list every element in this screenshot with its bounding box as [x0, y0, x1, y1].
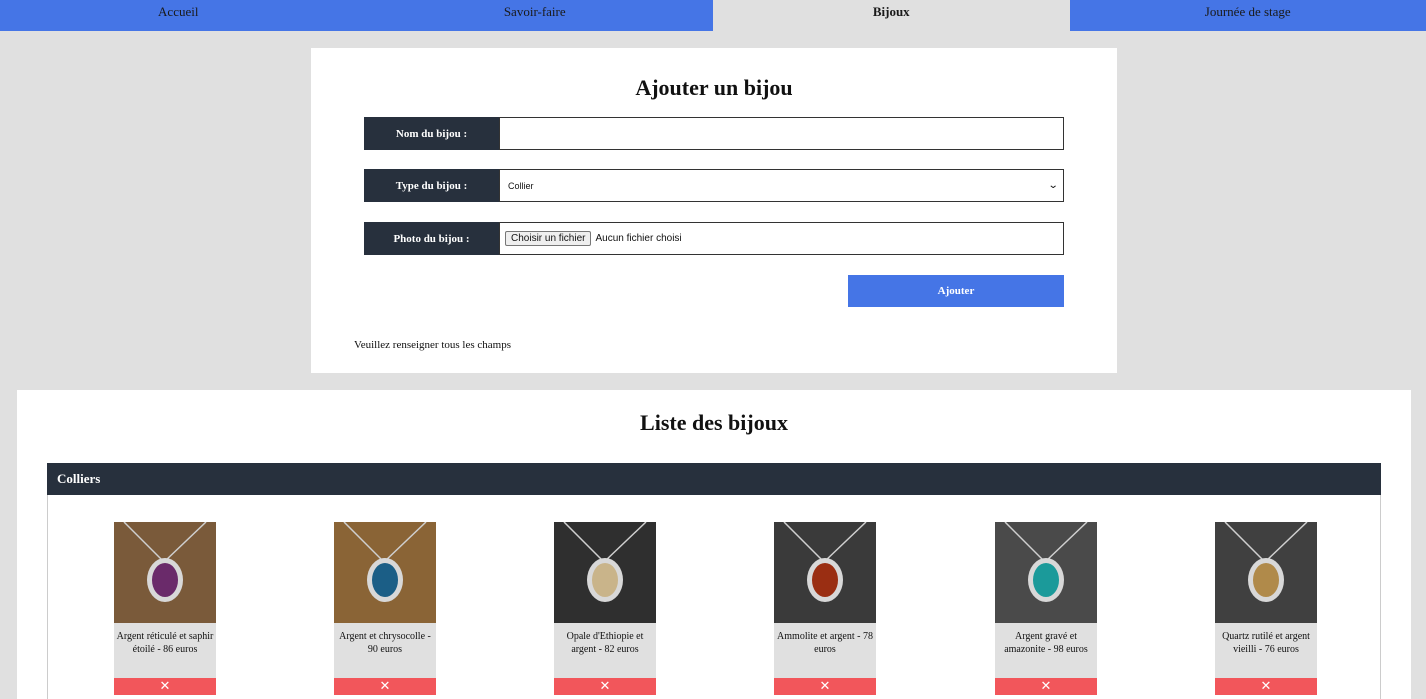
- jewel-list: Liste des bijoux Colliers Argent réticul…: [17, 390, 1411, 699]
- name-label: Nom du bijou :: [364, 117, 499, 150]
- category-items: Argent réticulé et saphir étoilé - 86 eu…: [47, 495, 1381, 699]
- name-input[interactable]: [500, 118, 1063, 149]
- add-button[interactable]: Ajouter: [848, 275, 1064, 307]
- delete-jewel-button[interactable]: ✕: [114, 678, 216, 695]
- name-row: Nom du bijou :: [364, 117, 1064, 150]
- jewel-caption: Ammolite et argent - 78 euros: [774, 623, 876, 678]
- jewel-item: Argent et chrysocolle - 90 euros ✕: [334, 522, 436, 695]
- jewel-caption: Quartz rutilé et argent vieilli - 76 eur…: [1215, 623, 1317, 678]
- photo-label: Photo du bijou :: [364, 222, 499, 255]
- jewel-item: Argent gravé et amazonite - 98 euros ✕: [995, 522, 1097, 695]
- delete-jewel-button[interactable]: ✕: [334, 678, 436, 695]
- nav-accueil[interactable]: Accueil: [0, 0, 357, 31]
- type-field-wrapper: Collier ⌄: [499, 169, 1064, 202]
- jewel-photo: [334, 522, 436, 623]
- name-field-wrapper: [499, 117, 1064, 150]
- photo-field-wrapper: Choisir un fichier Aucun fichier choisi: [499, 222, 1064, 255]
- type-select[interactable]: Collier ⌄: [500, 170, 1063, 201]
- form-hint: Veuillez renseigner tous les champs: [354, 339, 512, 351]
- photo-row: Photo du bijou : Choisir un fichier Aucu…: [364, 222, 1064, 255]
- jewel-caption: Argent gravé et amazonite - 98 euros: [995, 623, 1097, 678]
- jewel-item: Opale d'Ethiopie et argent - 82 euros ✕: [554, 522, 656, 695]
- jewel-item: Ammolite et argent - 78 euros ✕: [774, 522, 876, 695]
- jewel-caption: Argent réticulé et saphir étoilé - 86 eu…: [114, 623, 216, 678]
- jewel-caption: Argent et chrysocolle - 90 euros: [334, 623, 436, 678]
- delete-jewel-button[interactable]: ✕: [995, 678, 1097, 695]
- chevron-down-icon: ⌄: [1047, 180, 1059, 191]
- delete-jewel-button[interactable]: ✕: [1215, 678, 1317, 695]
- jewel-item: Quartz rutilé et argent vieilli - 76 eur…: [1215, 522, 1317, 695]
- jewel-photo: [114, 522, 216, 623]
- jewel-caption: Opale d'Ethiopie et argent - 82 euros: [554, 623, 656, 678]
- jewel-photo: [1215, 522, 1317, 623]
- delete-jewel-button[interactable]: ✕: [554, 678, 656, 695]
- nav-savoir-faire[interactable]: Savoir-faire: [356, 0, 713, 31]
- nav-journee-de-stage[interactable]: Journée de stage: [1069, 0, 1426, 31]
- choose-file-button[interactable]: Choisir un fichier: [505, 231, 592, 246]
- type-label: Type du bijou :: [364, 169, 499, 202]
- add-jewel-form: Ajouter un bijou Nom du bijou : Type du …: [311, 48, 1117, 373]
- jewel-photo: [995, 522, 1097, 623]
- jewel-photo: [554, 522, 656, 623]
- jewel-photo: [774, 522, 876, 623]
- form-title: Ajouter un bijou: [635, 75, 793, 100]
- type-row: Type du bijou : Collier ⌄: [364, 169, 1064, 202]
- category-header: Colliers: [47, 463, 1381, 495]
- main-nav: Accueil Savoir-faire Bijoux Journée de s…: [0, 0, 1426, 31]
- list-title: Liste des bijoux: [640, 410, 788, 435]
- nav-bijoux[interactable]: Bijoux: [713, 0, 1070, 31]
- delete-jewel-button[interactable]: ✕: [774, 678, 876, 695]
- type-selected-value: Collier: [508, 180, 534, 191]
- jewel-item: Argent réticulé et saphir étoilé - 86 eu…: [114, 522, 216, 695]
- file-status: Aucun fichier choisi: [595, 233, 682, 244]
